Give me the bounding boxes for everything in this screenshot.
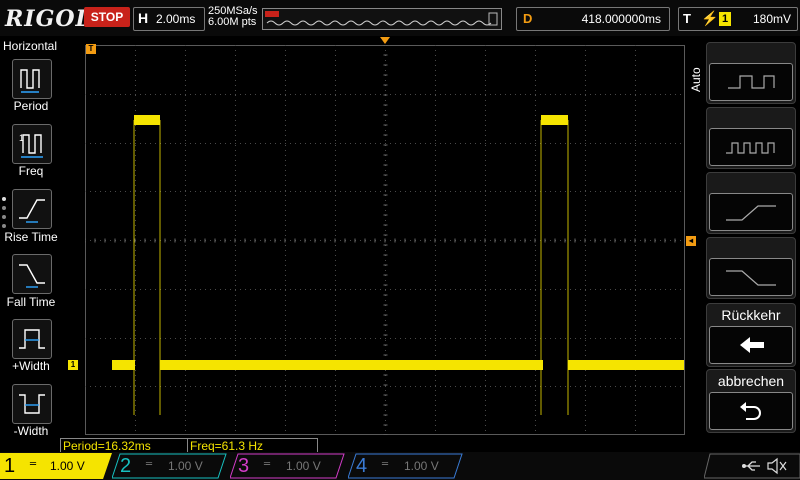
- channel-4-number: 4: [356, 455, 368, 477]
- back-button[interactable]: [709, 326, 793, 364]
- channel-2-box[interactable]: 2 ═ 1.00 V: [112, 453, 227, 479]
- pulse-train-icon: [726, 142, 775, 154]
- rise-time-icon: [19, 199, 45, 223]
- freq-label: Freq: [18, 164, 44, 178]
- page-dot: [2, 215, 6, 219]
- timebase-box[interactable]: H 2.00ms: [133, 7, 205, 31]
- auto-rise-card[interactable]: [706, 172, 796, 234]
- horizontal-center-marker: [380, 37, 390, 44]
- delay-box[interactable]: D 418.000000ms: [516, 7, 670, 31]
- cancel-card[interactable]: abbrechen: [706, 369, 796, 433]
- channel-1-box[interactable]: 1 ═ 1.00 V: [0, 453, 112, 479]
- channel-1-coupling-icon: ═: [30, 459, 37, 470]
- channel-1-scale: 1.00 V: [50, 459, 85, 473]
- channel-3-scale: 1.00 V: [286, 459, 321, 473]
- fall-time-label: Fall Time: [6, 295, 56, 309]
- channel-4-coupling-icon: ═: [382, 459, 389, 470]
- channel-4-scale: 1.00 V: [404, 459, 439, 473]
- delay-value: 418.000000ms: [581, 12, 661, 26]
- channel-2-number: 2: [120, 455, 132, 477]
- channel-1-ground-marker: 1: [68, 360, 78, 370]
- page-dot: [2, 206, 6, 210]
- usb-icon: [742, 461, 760, 471]
- auto-rise-option[interactable]: [709, 193, 793, 231]
- status-icons-area: [704, 453, 800, 479]
- trace-low-segment: [112, 360, 135, 370]
- trace-high-pulse: [134, 115, 160, 125]
- delay-key: D: [523, 11, 533, 26]
- auto-freq-card[interactable]: [706, 107, 796, 169]
- trace-low-segment: [160, 360, 543, 370]
- single-pulse-icon: [728, 75, 775, 89]
- trigger-key: T: [683, 11, 691, 26]
- svg-text:1: 1: [19, 133, 24, 143]
- back-card[interactable]: Rückkehr: [706, 303, 796, 367]
- fall-time-icon: [19, 264, 45, 288]
- timebase-key: H: [138, 10, 149, 26]
- auto-period-card[interactable]: [706, 42, 796, 104]
- period-icon: [20, 69, 40, 93]
- channel-1-trace: [112, 115, 684, 415]
- rise-time-label: Rise Time: [4, 230, 58, 244]
- plus-width-icon: [19, 329, 45, 349]
- memory-waveform-overview: [265, 11, 498, 26]
- freq-button[interactable]: 1: [12, 124, 52, 164]
- cancel-button[interactable]: [709, 392, 793, 430]
- auto-mode-label: Auto: [689, 67, 703, 92]
- channel-2-coupling-icon: ═: [146, 459, 153, 470]
- memory-trace-line: [266, 20, 492, 26]
- auto-fall-card[interactable]: [706, 237, 796, 299]
- acquisition-info: 250MSa/s 6.00M pts: [208, 6, 258, 28]
- trigger-position-marker: T: [86, 44, 96, 54]
- memory-depth: 6.00M pts: [208, 16, 257, 28]
- period-button[interactable]: [12, 59, 52, 99]
- undo-icon: [740, 402, 761, 420]
- minus-width-icon: [19, 394, 45, 414]
- trigger-box[interactable]: T ⚡ 1 180mV: [678, 7, 798, 31]
- period-label: Period: [13, 99, 49, 113]
- memory-overview-window[interactable]: [262, 8, 502, 30]
- auto-fall-option[interactable]: [709, 258, 793, 296]
- page-dot: [2, 224, 6, 228]
- timebase-value: 2.00ms: [156, 12, 196, 26]
- trigger-level: 180mV: [752, 12, 791, 26]
- minus-width-button[interactable]: [12, 384, 52, 424]
- trace-low-segment: [568, 360, 684, 370]
- left-menu-title: Horizontal: [2, 39, 58, 53]
- fall-time-button[interactable]: [12, 254, 52, 294]
- cancel-label: abbrechen: [717, 373, 785, 389]
- plus-width-label: +Width: [12, 359, 50, 373]
- waveform-display[interactable]: [85, 45, 685, 435]
- menu-page-dots: [2, 197, 8, 233]
- auto-period-option[interactable]: [709, 63, 793, 101]
- plus-width-button[interactable]: [12, 319, 52, 359]
- graticule: [85, 45, 685, 435]
- falling-edge-icon: [726, 270, 776, 286]
- channel-4-box[interactable]: 4 ═ 1.00 V: [348, 453, 463, 479]
- arrow-left-icon: [740, 337, 764, 353]
- back-label: Rückkehr: [721, 307, 781, 323]
- channel-3-number: 3: [238, 455, 250, 477]
- channel-3-box[interactable]: 3 ═ 1.00 V: [230, 453, 345, 479]
- auto-freq-option[interactable]: [709, 128, 793, 166]
- trigger-edge-icon: ⚡: [701, 10, 719, 26]
- channel-2-scale: 1.00 V: [168, 459, 203, 473]
- rise-time-button[interactable]: [12, 189, 52, 229]
- freq-icon: 1: [19, 133, 43, 158]
- rising-edge-icon: [726, 205, 776, 221]
- run-stop-indicator[interactable]: STOP: [84, 7, 130, 27]
- memory-start-marker: [265, 11, 279, 17]
- channel-3-coupling-icon: ═: [264, 459, 271, 470]
- speaker-muted-icon: [767, 457, 787, 475]
- trigger-channel: 1: [719, 12, 731, 26]
- brand-logo: RIGOL: [5, 6, 92, 32]
- minus-width-label: -Width: [13, 424, 49, 438]
- page-dot: [2, 197, 6, 201]
- channel-1-number: 1: [4, 455, 16, 477]
- trace-high-pulse: [541, 115, 568, 125]
